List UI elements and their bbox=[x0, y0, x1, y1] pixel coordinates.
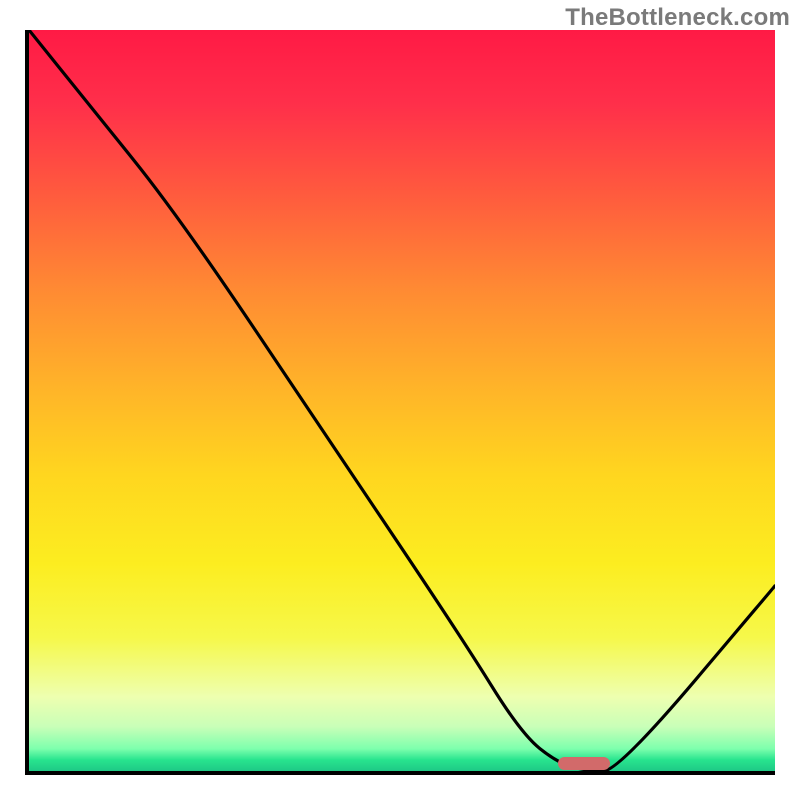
plot-area bbox=[25, 30, 775, 775]
optimal-point-marker bbox=[558, 757, 611, 770]
watermark-text: TheBottleneck.com bbox=[565, 4, 790, 32]
heat-gradient-background bbox=[29, 30, 775, 771]
chart-container: TheBottleneck.com bbox=[0, 0, 800, 800]
